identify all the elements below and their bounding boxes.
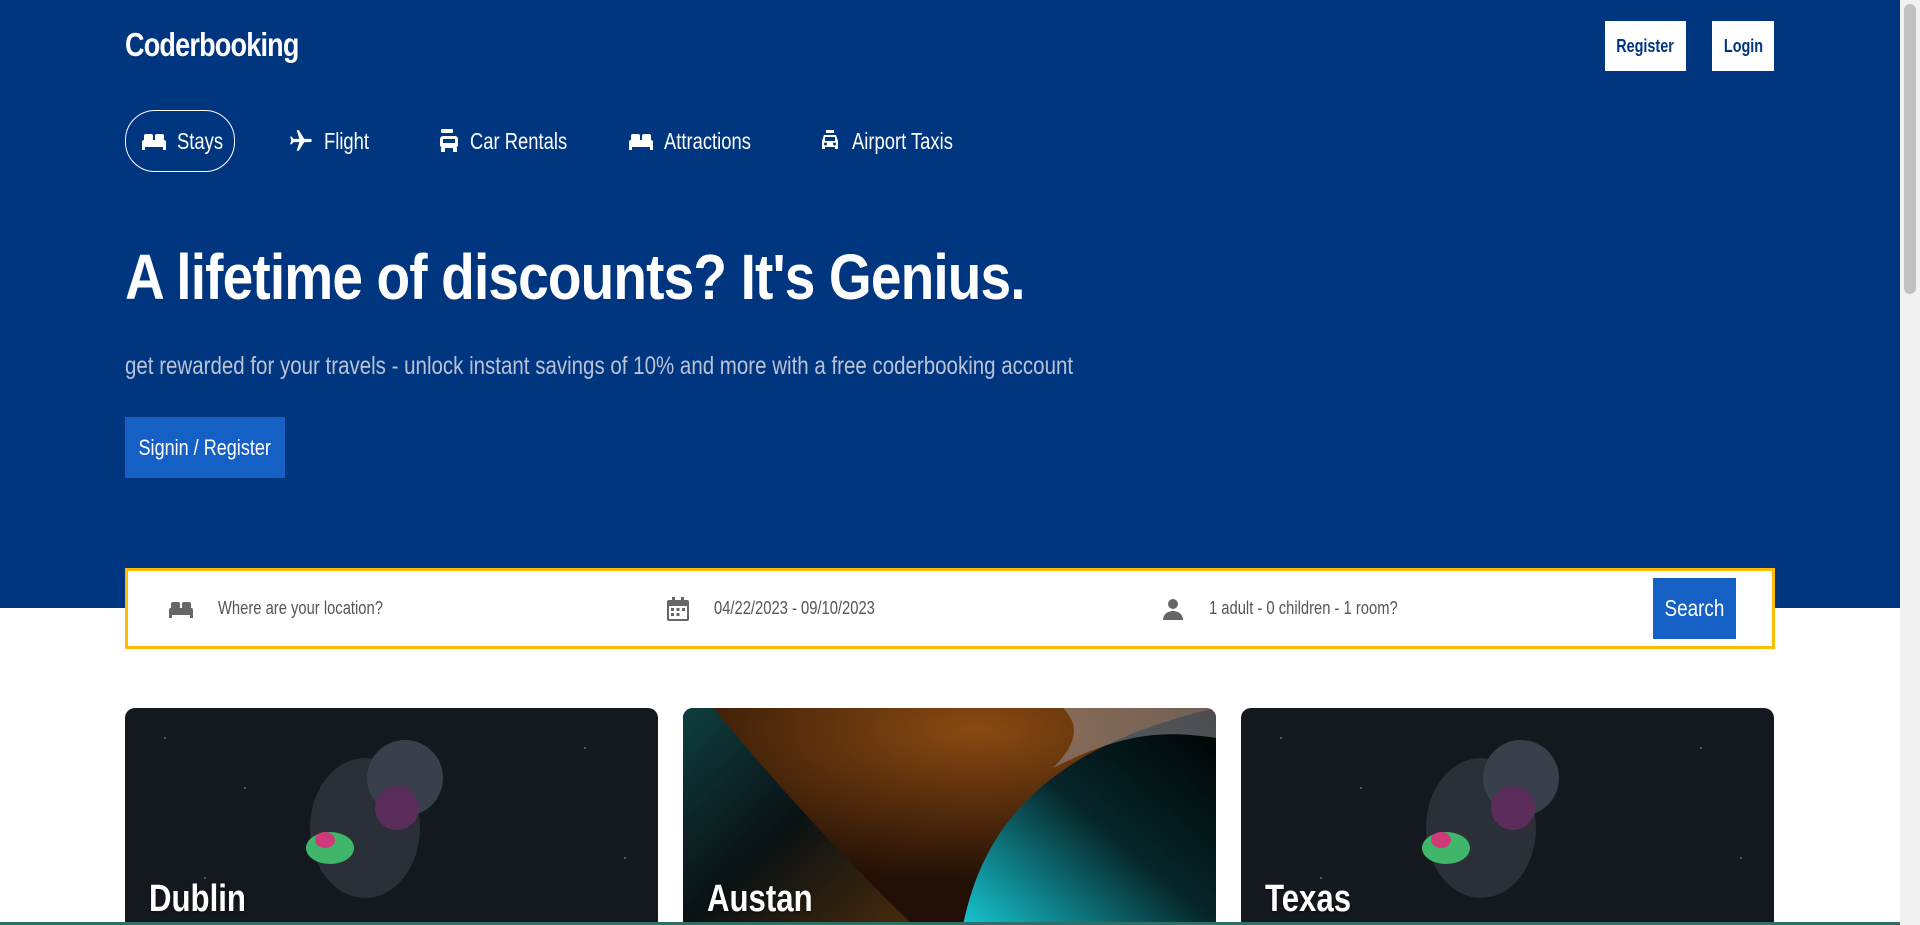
nav-item-stays[interactable]: Stays bbox=[125, 110, 235, 172]
nav-item-label: Airport Taxis bbox=[852, 127, 953, 154]
date-field[interactable]: 04/22/2023 - 09/10/2023 bbox=[666, 571, 1096, 646]
nav-item-car-rentals[interactable]: Car Rentals bbox=[438, 110, 591, 172]
date-range-value: 04/22/2023 - 09/10/2023 bbox=[714, 598, 875, 618]
destination-card-texas[interactable]: Texas bbox=[1241, 708, 1774, 925]
signin-register-button[interactable]: Signin / Register bbox=[125, 417, 285, 478]
destination-card-austan[interactable]: Austan bbox=[683, 708, 1216, 925]
taxi-icon bbox=[822, 130, 838, 149]
destination-city: Dublin bbox=[149, 878, 246, 920]
login-button-label: Login bbox=[1723, 35, 1763, 56]
destination-card-dublin[interactable]: Dublin bbox=[125, 708, 658, 925]
nav-item-label: Flight bbox=[324, 127, 369, 154]
search-bar: Where are your location? 04/22/2023 - 09… bbox=[125, 568, 1775, 649]
brand-logo[interactable]: Coderbooking bbox=[125, 26, 299, 64]
guests-field[interactable]: 1 adult - 0 children - 1 room? bbox=[1161, 571, 1601, 646]
bed-icon bbox=[142, 134, 166, 150]
scrollbar-thumb[interactable] bbox=[1904, 4, 1916, 294]
nav-item-airport-taxis[interactable]: Airport Taxis bbox=[818, 110, 978, 172]
location-field[interactable]: Where are your location? bbox=[168, 571, 608, 646]
bed-icon bbox=[169, 601, 193, 618]
nav-item-flight[interactable]: Flight bbox=[288, 110, 380, 172]
nav-item-label: Stays bbox=[177, 127, 224, 154]
nav-item-label: Attractions bbox=[664, 127, 751, 154]
search-button[interactable]: Search bbox=[1653, 578, 1736, 639]
signin-register-label: Signin / Register bbox=[138, 434, 272, 460]
bed-icon bbox=[629, 134, 653, 150]
hero-subtitle: get rewarded for your travels - unlock i… bbox=[125, 352, 1074, 380]
plane-icon bbox=[290, 130, 312, 151]
calendar-icon bbox=[667, 596, 689, 621]
register-button-label: Register bbox=[1616, 35, 1675, 56]
login-button[interactable]: Login bbox=[1712, 21, 1774, 71]
hero-title: A lifetime of discounts? It's Genius. bbox=[125, 241, 1026, 313]
search-button-label: Search bbox=[1664, 595, 1725, 621]
nav-item-label: Car Rentals bbox=[470, 127, 568, 154]
location-input[interactable]: Where are your location? bbox=[218, 598, 383, 619]
person-icon bbox=[1163, 598, 1183, 620]
destination-city: Texas bbox=[1265, 878, 1352, 920]
car-icon bbox=[440, 129, 458, 152]
vertical-scrollbar[interactable] bbox=[1900, 0, 1920, 925]
nav-item-attractions[interactable]: Attractions bbox=[628, 110, 773, 172]
guests-value: 1 adult - 0 children - 1 room? bbox=[1209, 598, 1398, 618]
register-button[interactable]: Register bbox=[1605, 21, 1686, 71]
destination-city: Austan bbox=[707, 878, 813, 920]
